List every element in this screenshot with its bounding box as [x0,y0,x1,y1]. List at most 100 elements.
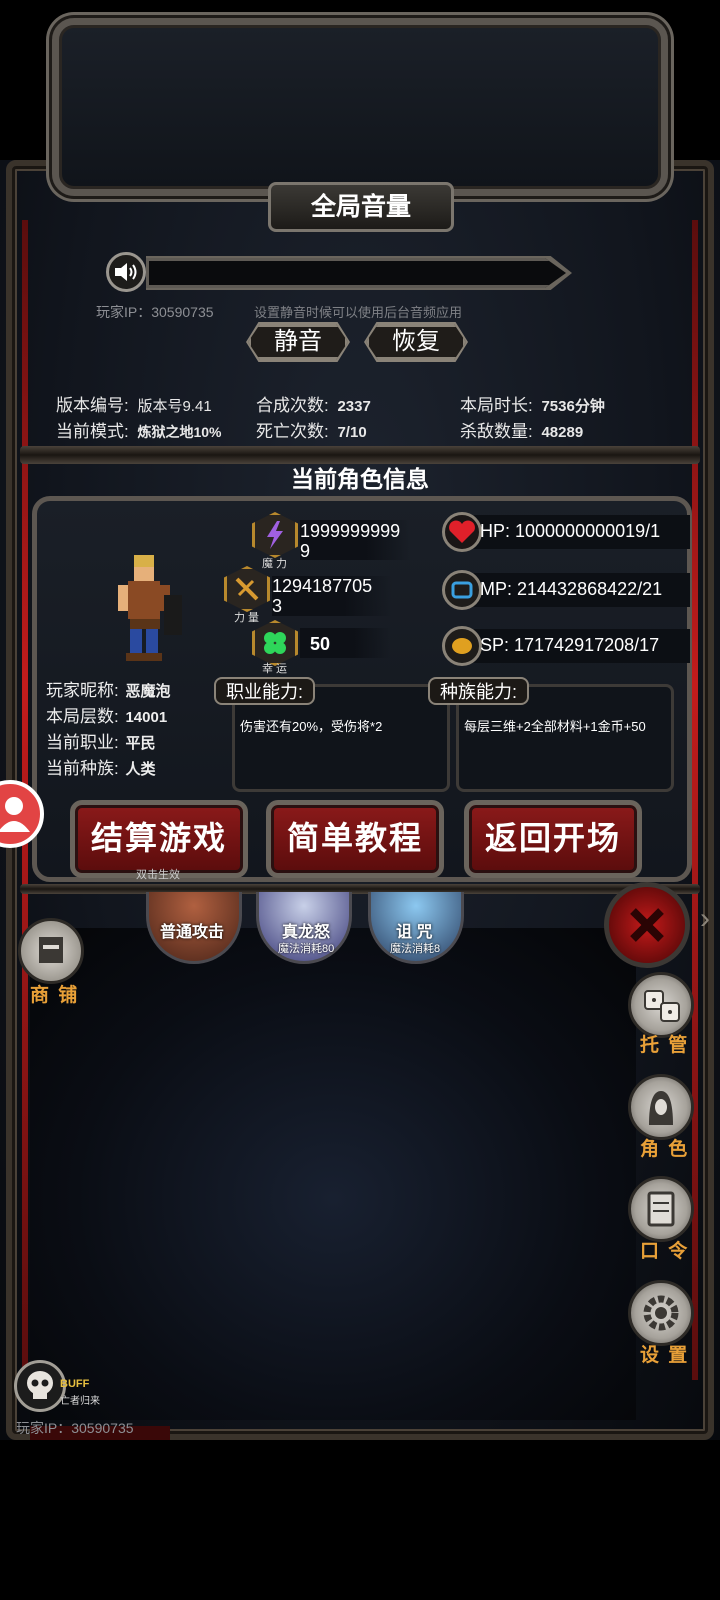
race-line: 当前种族: 人类 [46,754,155,779]
mode-label: 当前模式: [56,422,129,441]
hooded-figure-icon [649,1091,673,1125]
footer-player-ip: 玩家IP：30590735 [16,1420,134,1436]
role-button[interactable] [628,1074,694,1140]
craft-value: 2337 [337,398,371,415]
mute-button[interactable]: 静音 [248,324,348,360]
speaker-glyph [115,263,137,281]
mode-value: 炼狱之地10% [137,424,222,440]
death-stat: 死亡次数: 7/10 [256,417,367,442]
nickname-line: 玩家昵称: 恶魔泡 [46,676,170,701]
magic-value-line1: 1999999999 [300,521,401,541]
race-label: 当前种族: [46,759,119,778]
dice-icon [644,990,680,1022]
skill-curse-name: 诅 咒 [396,924,433,941]
buff-skull-icon[interactable] [14,1360,66,1412]
role-label: 角 色 [640,1139,690,1160]
mp-text: MP: 214432868422/21 [480,579,663,599]
mana-icon [442,570,482,610]
skill-curse-cost: 魔法消耗8 [390,943,441,955]
duration-stat: 本局时长: 7536分钟 [460,391,605,416]
return-start-button[interactable]: 返回开场 [464,800,642,878]
close-button[interactable] [604,882,690,968]
lower-divider [20,884,700,894]
kills-label: 杀敌数量: [460,422,533,441]
settle-sub-hint: 双击生效 [136,869,180,881]
floor-line: 本局层数: 14001 [46,702,167,727]
nickname-label: 玩家昵称: [46,681,119,700]
auto-button[interactable] [628,972,694,1038]
sp-text: SP: 171742917208/17 [480,635,660,655]
user-icon [0,797,30,832]
race-value: 人类 [125,761,156,778]
version-label: 版本编号: [56,396,129,415]
clover-icon [264,632,286,654]
skill-normal-attack-name: 普通攻击 [160,924,225,941]
strength-value-line2: 3 [272,596,283,616]
job-line: 当前职业: 平民 [46,728,155,753]
craft-stat: 合成次数: 2337 [256,391,371,416]
shop-icon [39,937,63,963]
volume-slider[interactable] [146,258,566,288]
ip-value: 30590735 [151,304,214,320]
tutorial-button[interactable]: 简单教程 [266,800,444,878]
mana-glyph [451,581,473,599]
code-button[interactable] [628,1176,694,1242]
muscle-glyph [452,638,472,654]
duration-label: 本局时长: [460,396,533,415]
skull-icon [27,1371,53,1399]
hp-text: HP: 1000000000019/1 [480,521,661,541]
job-label: 当前职业: [46,733,119,752]
magic-label: 魔 力 [262,558,288,570]
race-ability-text: 每层三维+2全部材料+1金币+50 [464,719,646,734]
job-ability-label: 职业能力: [214,677,316,705]
strength-label: 力 量 [234,612,260,624]
duration-value: 7536分钟 [541,398,605,415]
version-stat: 版本编号: 版本号9.41 [56,391,212,416]
ip-label: 玩家IP： [96,304,152,320]
settings-button[interactable] [628,1280,694,1346]
kills-value: 48289 [541,424,584,441]
job-ability-text: 伤害还有20%，受伤将*2 [240,719,383,734]
chevron-right-icon[interactable]: › [700,902,710,936]
skill-dragon-rage-cost: 魔法消耗80 [278,943,335,955]
scroll-icon [647,1191,675,1227]
shop-button[interactable] [18,918,84,984]
character-sprite [118,555,182,661]
gear-icon [643,1295,679,1331]
luck-value: 50 [310,634,331,654]
skill-dragon-rage-name: 真龙怒 [282,924,331,941]
shop-label: 商 铺 [30,985,80,1006]
craft-label: 合成次数: [256,396,329,415]
buff-name: 亡者归来 [60,1396,100,1407]
section-title: 当前角色信息 [291,466,429,492]
lightning-icon [267,521,283,549]
kills-stat: 杀敌数量: 48289 [460,417,583,442]
floor-label: 本局层数: [46,707,119,726]
floor-value: 14001 [125,709,168,726]
settings-label: 设 置 [640,1345,690,1366]
speaker-icon[interactable] [106,252,146,292]
heart-glyph [449,520,475,543]
volume-title: 全局音量 [268,182,454,232]
volume-player-ip: 玩家IP：30590735 [96,302,214,322]
auto-label: 托 管 [640,1035,690,1056]
volume-hint: 设置静音时候可以使用后台音频应用 [254,305,463,320]
strength-value-line1: 1294187705 [272,576,373,596]
volume-panel [52,18,668,196]
magic-value-line2: 9 [300,541,311,561]
play-area [30,928,636,1420]
race-ability-label: 种族能力: [428,677,530,705]
nickname-value: 恶魔泡 [125,683,171,700]
floating-avatar-button[interactable] [0,780,44,848]
code-label: 口 令 [640,1241,690,1262]
death-value: 7/10 [337,424,367,441]
version-value: 版本号9.41 [137,398,212,415]
job-value: 平民 [125,735,156,752]
mode-stat: 当前模式: 炼狱之地10% [56,417,222,442]
heart-icon [442,512,482,552]
luck-label: 幸 运 [262,663,288,675]
buff-tag: BUFF [60,1378,90,1390]
stamina-icon [442,626,482,666]
restore-button[interactable]: 恢复 [366,324,466,360]
sword-icon [235,577,259,601]
